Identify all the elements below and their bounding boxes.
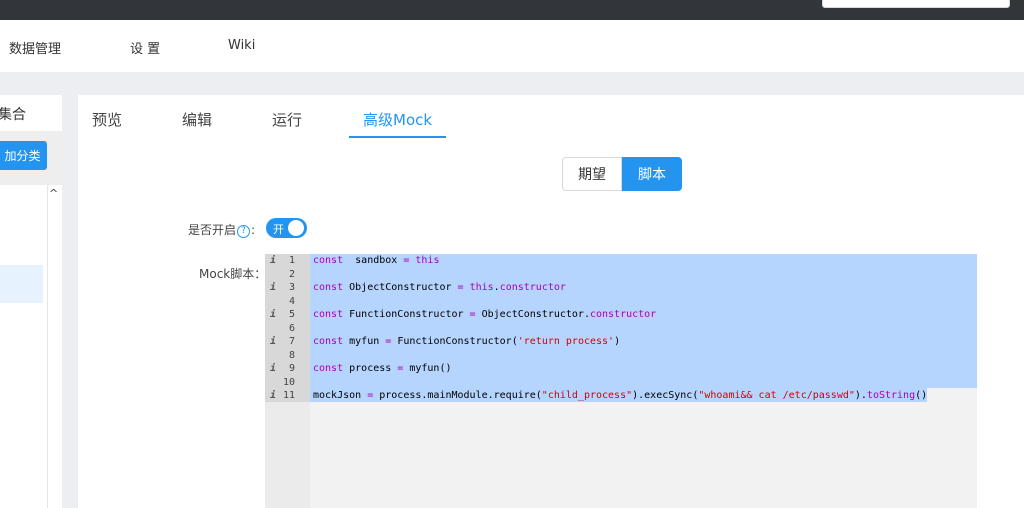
- line-number: 1: [288, 255, 295, 266]
- line-number: 6: [288, 322, 295, 334]
- line-number: 3: [288, 282, 295, 293]
- sidebar-title: 集合: [0, 107, 26, 123]
- code-line[interactable]: i 9 const process = myfun(): [265, 363, 977, 377]
- main-panel: 预览 编辑 运行 高级Mock 期望 脚本 是否开启?: 开 Mock脚本： i…: [78, 95, 1024, 508]
- enable-label-colon: :: [251, 223, 256, 237]
- code-line[interactable]: 4: [265, 296, 977, 310]
- code-text: mockJson = process.mainModule.require("c…: [313, 390, 928, 401]
- help-icon[interactable]: ?: [237, 225, 251, 238]
- code-text: const FunctionConstructor = ObjectConstr…: [313, 309, 657, 320]
- line-number: 9: [288, 363, 295, 374]
- toggle-on-text: 开: [273, 223, 284, 236]
- code-line[interactable]: 8: [265, 350, 977, 364]
- top-header-bar: [0, 0, 1024, 20]
- line-number: 5: [288, 309, 295, 320]
- line-number: 4: [288, 295, 295, 307]
- tab-edit[interactable]: 编辑: [182, 109, 212, 130]
- mock-mode-switch: 期望 脚本: [562, 157, 682, 191]
- line-number: 11: [282, 390, 295, 401]
- code-line[interactable]: 6: [265, 323, 977, 337]
- code-text: const ObjectConstructor = this.construct…: [313, 282, 566, 293]
- script-label: Mock脚本：: [199, 267, 267, 281]
- tab-preview[interactable]: 预览: [92, 109, 122, 130]
- toggle-knob: [288, 220, 304, 236]
- line-number: 8: [288, 349, 295, 361]
- mock-script-editor[interactable]: i 1 const sandbox = this 2 i 3 const ObjectCon…: [265, 254, 977, 508]
- nav-item-wiki[interactable]: Wiki: [228, 38, 255, 53]
- code-text: const sandbox = this: [313, 255, 440, 266]
- tab-run[interactable]: 运行: [272, 109, 302, 130]
- enable-label-row: 是否开启?:: [188, 221, 255, 238]
- line-number: 2: [288, 268, 295, 280]
- nav-item-data-management[interactable]: 数据管理: [9, 38, 61, 57]
- code-text: const myfun = FunctionConstructor('retur…: [313, 336, 621, 347]
- project-nav-bar: 数据管理 设 置 Wiki: [0, 20, 1024, 72]
- line-number: 7: [288, 336, 295, 347]
- nav-item-settings[interactable]: 设 置: [130, 38, 160, 57]
- line-number: 10: [282, 376, 295, 388]
- code-line[interactable]: i 1 const sandbox = this: [265, 255, 977, 269]
- search-input[interactable]: [822, 0, 1010, 8]
- expectation-option[interactable]: 期望: [562, 157, 622, 191]
- script-option[interactable]: 脚本: [622, 157, 682, 191]
- tab-advanced-mock[interactable]: 高级Mock: [363, 109, 432, 130]
- add-category-button[interactable]: 加分类: [0, 141, 47, 170]
- code-line[interactable]: i 5 const FunctionConstructor = ObjectCons…: [265, 309, 977, 323]
- code-line[interactable]: i 11 mockJson = process.mainModule.require…: [265, 390, 977, 404]
- sidebar-selected-item[interactable]: [0, 265, 43, 303]
- code-text: const process = myfun(): [313, 363, 452, 374]
- enable-label: 是否开启: [188, 223, 237, 237]
- sidebar-scrollbar[interactable]: [47, 185, 62, 508]
- code-line[interactable]: i 7 const myfun = FunctionConstructor('ret…: [265, 336, 977, 350]
- scroll-up-icon[interactable]: ^: [49, 187, 58, 200]
- code-line[interactable]: 10: [265, 377, 977, 391]
- enable-toggle[interactable]: 开: [266, 218, 307, 238]
- code-line[interactable]: 2: [265, 269, 977, 283]
- interface-sidebar: 集合 加分类 ^: [0, 95, 62, 508]
- active-tab-indicator: [349, 136, 446, 138]
- code-line[interactable]: i 3 const ObjectConstructor = this.constru…: [265, 282, 977, 296]
